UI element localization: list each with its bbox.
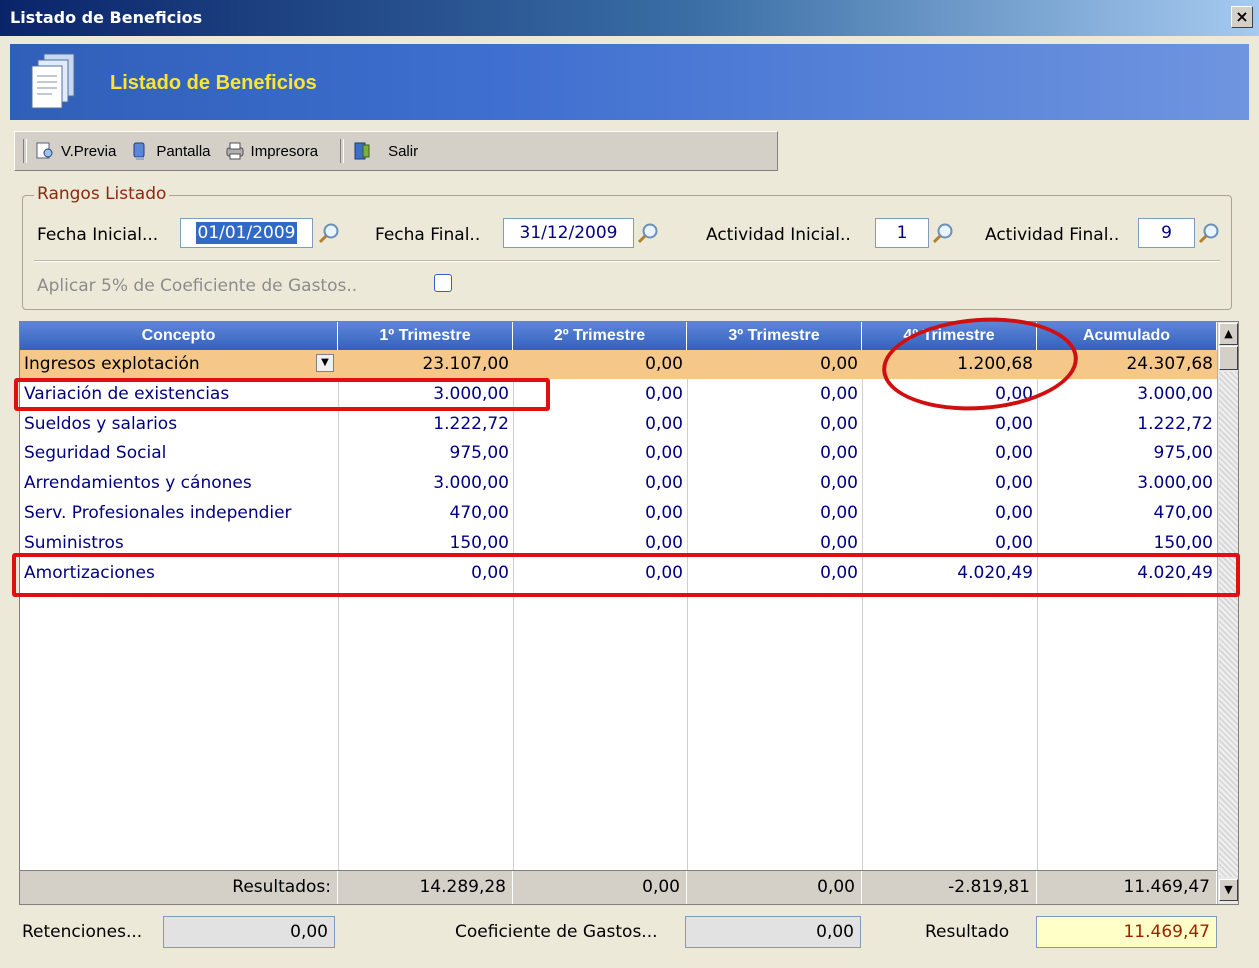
preview-icon xyxy=(36,142,53,159)
scroll-track[interactable] xyxy=(1219,372,1238,877)
value-cell[interactable]: 975,00 xyxy=(338,439,513,468)
value-cell[interactable]: 0,00 xyxy=(687,380,862,409)
value-cell[interactable]: 0,00 xyxy=(513,410,687,439)
totals-row: Resultados: 14.289,28 0,00 0,00 -2.819,8… xyxy=(20,870,1217,904)
column-header[interactable]: 3º Trimestre xyxy=(687,322,862,350)
totals-label: Resultados: xyxy=(20,871,338,904)
table-row[interactable]: Seguridad Social 975,00 0,00 0,00 0,00 975,00 xyxy=(20,439,1217,468)
close-button[interactable]: × xyxy=(1231,6,1253,28)
preview-button[interactable]: V.Previa xyxy=(35,141,116,161)
value-cell[interactable]: 0,00 xyxy=(687,410,862,439)
documents-icon xyxy=(31,53,75,109)
total-cell: 0,00 xyxy=(513,871,687,904)
search-icon[interactable] xyxy=(1198,222,1220,244)
value-cell[interactable]: 0,00 xyxy=(687,439,862,468)
column-header[interactable]: 2º Trimestre xyxy=(513,322,687,350)
table-row[interactable]: Serv. Profesionales independier 470,00 0,0… xyxy=(20,499,1217,528)
annotation-box xyxy=(12,553,1240,597)
exit-button[interactable]: Salir xyxy=(352,141,418,161)
actividad-final-label: Actividad Final.. xyxy=(985,225,1120,245)
value-cell[interactable]: 0,00 xyxy=(687,469,862,498)
preview-label: V.Previa xyxy=(61,142,117,160)
concept-cell[interactable]: Arrendamientos y cánones xyxy=(20,469,338,498)
retenciones-field: 0,00 xyxy=(163,916,335,948)
retenciones-label: Retenciones... xyxy=(22,922,143,942)
table-row[interactable]: Arrendamientos y cánones 3.000,00 0,00 0,00… xyxy=(20,469,1217,498)
resultado-label: Resultado xyxy=(925,922,1010,942)
value-cell[interactable]: 0,00 xyxy=(513,439,687,468)
monitor-icon xyxy=(133,142,145,160)
toolbar-separator xyxy=(23,139,27,163)
window-titlebar: Listado de Beneficios × xyxy=(0,0,1259,36)
value-cell[interactable]: 470,00 xyxy=(1037,499,1217,528)
fecha-final-field[interactable]: 31/12/2009 xyxy=(503,218,634,248)
value-cell[interactable]: 0,00 xyxy=(513,499,687,528)
search-icon[interactable] xyxy=(318,222,340,244)
value-cell[interactable]: 0,00 xyxy=(513,350,687,379)
column-header[interactable]: Concepto xyxy=(20,322,338,350)
value-cell[interactable]: 0,00 xyxy=(687,499,862,528)
table-row[interactable]: Sueldos y salarios 1.222,72 0,00 0,00 0,00 1.… xyxy=(20,410,1217,439)
actividad-inicial-label: Actividad Inicial.. xyxy=(706,225,851,245)
vertical-scrollbar[interactable]: ▲ ▼ xyxy=(1217,322,1238,904)
search-icon[interactable] xyxy=(932,222,954,244)
fecha-inicial-value: 01/01/2009 xyxy=(195,222,298,244)
concept-cell[interactable]: Ingresos explotación xyxy=(20,350,338,379)
screen-label: Pantalla xyxy=(156,142,211,160)
toolbar: V.Previa Pantalla Impresora Salir xyxy=(14,131,778,171)
screen-button[interactable]: Pantalla xyxy=(130,141,211,161)
total-cell: 0,00 xyxy=(687,871,862,904)
concept-cell[interactable]: Serv. Profesionales independier xyxy=(20,499,338,528)
total-cell: -2.819,81 xyxy=(862,871,1037,904)
group-divider xyxy=(34,260,1220,262)
banner-title: Listado de Beneficios xyxy=(110,72,317,94)
total-cell: 14.289,28 xyxy=(338,871,513,904)
value-cell[interactable]: 23.107,00 xyxy=(338,350,513,379)
coef-gastos-field: 0,00 xyxy=(685,916,861,948)
total-cell: 11.469,47 xyxy=(1037,871,1217,904)
value-cell[interactable]: 0,00 xyxy=(513,469,687,498)
scroll-thumb[interactable] xyxy=(1219,346,1238,370)
fecha-inicial-field[interactable]: 01/01/2009 xyxy=(180,218,313,248)
coef-gastos-label: Coeficiente de Gastos... xyxy=(455,922,658,942)
toolbar-separator xyxy=(340,139,345,163)
value-cell[interactable]: 0,00 xyxy=(862,410,1037,439)
scroll-down-button[interactable]: ▼ xyxy=(1219,879,1238,901)
printer-icon xyxy=(226,142,244,160)
value-cell[interactable]: 0,00 xyxy=(862,499,1037,528)
actividad-final-field[interactable]: 9 xyxy=(1138,218,1195,248)
exit-label: Salir xyxy=(388,142,419,160)
exit-door-icon xyxy=(354,142,370,160)
value-cell[interactable]: 0,00 xyxy=(862,469,1037,498)
coef-gastos-checkbox[interactable] xyxy=(434,274,452,292)
printer-label: Impresora xyxy=(250,142,319,160)
value-cell[interactable]: 0,00 xyxy=(687,350,862,379)
value-cell[interactable]: 1.222,72 xyxy=(338,410,513,439)
value-cell[interactable]: 3.000,00 xyxy=(1037,380,1217,409)
printer-button[interactable]: Impresora xyxy=(225,141,319,161)
value-cell[interactable]: 470,00 xyxy=(338,499,513,528)
actividad-inicial-field[interactable]: 1 xyxy=(875,218,929,248)
value-cell[interactable]: 3.000,00 xyxy=(338,469,513,498)
coef-gastos-checkbox-label: Aplicar 5% de Coeficiente de Gastos.. xyxy=(37,276,358,296)
value-cell[interactable]: 3.000,00 xyxy=(1037,469,1217,498)
fecha-final-label: Fecha Final.. xyxy=(375,225,481,245)
concept-cell[interactable]: Sueldos y salarios xyxy=(20,410,338,439)
value-cell[interactable]: 975,00 xyxy=(1037,439,1217,468)
scroll-up-button[interactable]: ▲ xyxy=(1219,323,1238,345)
resultado-field: 11.469,47 xyxy=(1036,916,1217,948)
ranges-legend: Rangos Listado xyxy=(34,184,170,204)
column-header[interactable]: 1º Trimestre xyxy=(338,322,513,350)
fecha-inicial-label: Fecha Inicial... xyxy=(37,225,159,245)
header-banner: Listado de Beneficios xyxy=(10,44,1249,120)
value-cell[interactable]: 0,00 xyxy=(862,439,1037,468)
value-cell[interactable]: 1.222,72 xyxy=(1037,410,1217,439)
window-title: Listado de Beneficios xyxy=(10,8,203,27)
concept-cell[interactable]: Seguridad Social xyxy=(20,439,338,468)
dropdown-arrow-icon[interactable]: ▼ xyxy=(316,354,334,372)
search-icon[interactable] xyxy=(637,222,659,244)
annotation-box xyxy=(14,378,550,411)
